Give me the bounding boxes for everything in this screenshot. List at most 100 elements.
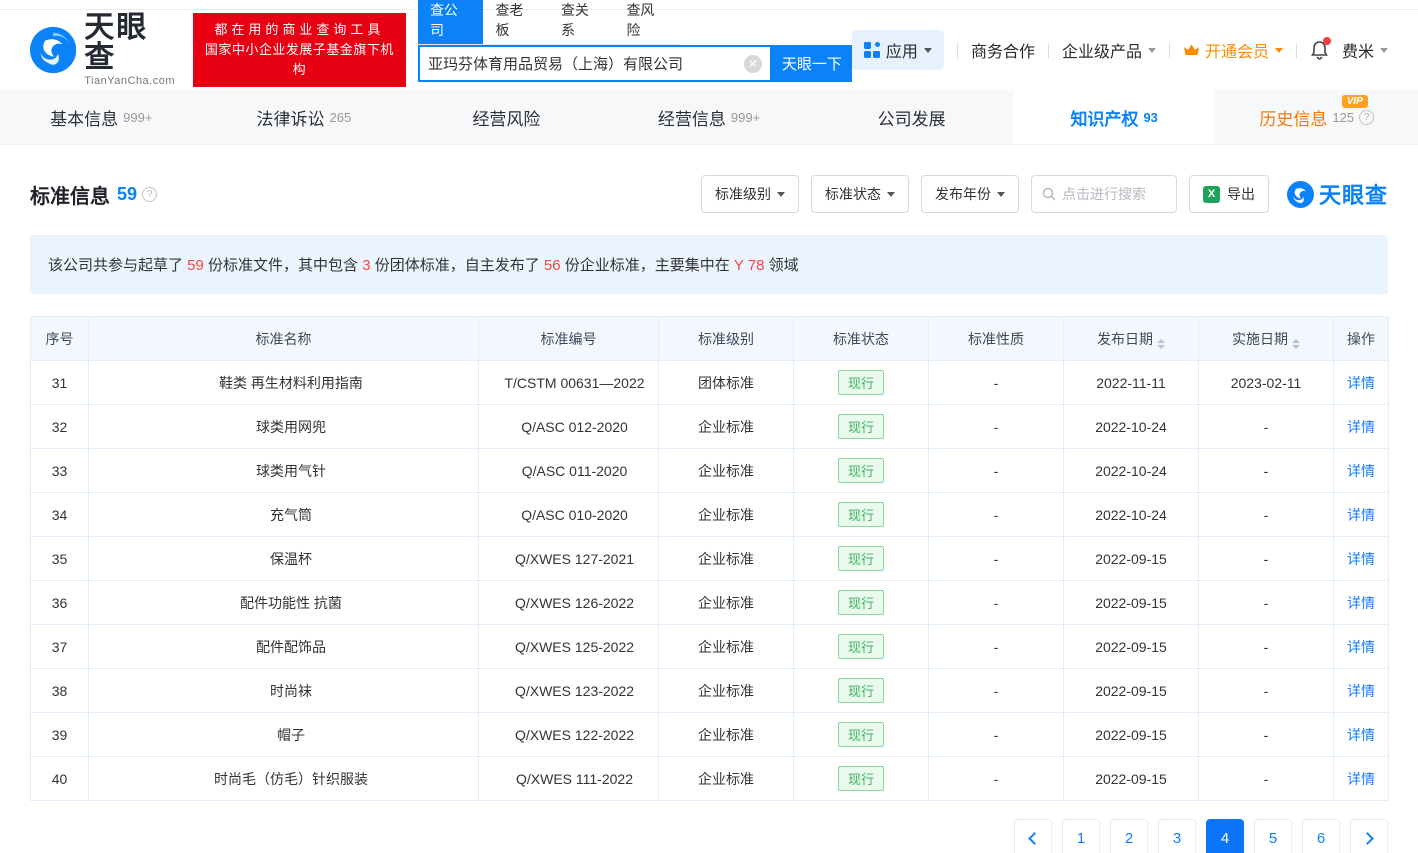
filters-group: 标准级别标准状态发布年份 xyxy=(701,175,1019,213)
clear-icon[interactable]: ✕ xyxy=(744,55,762,73)
prev-page-button[interactable] xyxy=(1014,819,1052,853)
sort-icon[interactable] xyxy=(1157,339,1165,349)
cell-standard-name: 时尚袜 xyxy=(89,669,479,713)
watermark-brand: 天眼查 xyxy=(1319,178,1388,210)
status-badge: 现行 xyxy=(838,502,884,527)
tab-知识产权[interactable]: 知识产权93 xyxy=(1013,90,1216,144)
tab-count: 93 xyxy=(1143,110,1157,125)
sort-up-icon xyxy=(1292,339,1300,343)
detail-link[interactable]: 详情 xyxy=(1347,551,1375,567)
search-tabs: 查公司查老板查关系查风险 xyxy=(418,18,680,45)
apps-menu[interactable]: 应用 xyxy=(852,30,944,70)
page-button-2[interactable]: 2 xyxy=(1110,819,1148,853)
filter-标准级别[interactable]: 标准级别 xyxy=(701,175,799,213)
column-header-标准性质: 标准性质 xyxy=(929,317,1064,361)
cell-standard-code: Q/XWES 127-2021 xyxy=(479,537,659,581)
cell-standard-nature: - xyxy=(929,493,1064,537)
cell-no: 33 xyxy=(31,449,89,493)
detail-link[interactable]: 详情 xyxy=(1347,595,1375,611)
watermark-logo: 天眼查 xyxy=(1287,178,1388,210)
search-tab-查风险[interactable]: 查风险 xyxy=(614,0,680,44)
tab-count: 265 xyxy=(330,110,352,125)
chevron-left-icon xyxy=(1028,832,1041,845)
cell-no: 39 xyxy=(31,713,89,757)
filter-发布年份[interactable]: 发布年份 xyxy=(921,175,1019,213)
chevron-down-icon xyxy=(1380,48,1388,53)
company-search-input[interactable] xyxy=(420,55,744,72)
detail-link[interactable]: 详情 xyxy=(1347,507,1375,523)
cell-no: 35 xyxy=(31,537,89,581)
summary-highlight: 56 xyxy=(544,257,561,274)
detail-link[interactable]: 详情 xyxy=(1347,463,1375,479)
tab-公司发展[interactable]: 公司发展 xyxy=(810,90,1013,144)
page-button-6[interactable]: 6 xyxy=(1302,819,1340,853)
tianyancha-logo[interactable]: 天眼查 TianYanCha.com xyxy=(30,13,177,87)
page-button-5[interactable]: 5 xyxy=(1254,819,1292,853)
tab-经营风险[interactable]: 经营风险 xyxy=(405,90,608,144)
notifications-bell[interactable] xyxy=(1310,40,1329,60)
tab-历史信息[interactable]: VIP历史信息125? xyxy=(1215,90,1418,144)
search-tab-查公司[interactable]: 查公司 xyxy=(418,0,484,44)
detail-link[interactable]: 详情 xyxy=(1347,419,1375,435)
detail-link[interactable]: 详情 xyxy=(1347,639,1375,655)
cell-standard-nature: - xyxy=(929,537,1064,581)
apps-label: 应用 xyxy=(886,38,918,62)
cell-publish-date: 2022-09-15 xyxy=(1064,757,1199,801)
cell-standard-name: 配件配饰品 xyxy=(89,625,479,669)
tab-法律诉讼[interactable]: 法律诉讼265 xyxy=(203,90,406,144)
detail-link[interactable]: 详情 xyxy=(1347,727,1375,743)
top-nav: 应用 商务合作 企业级产品 开通会员 费米 xyxy=(852,30,1388,70)
chevron-down-icon xyxy=(1148,48,1156,53)
cell-no: 31 xyxy=(31,361,89,405)
enterprise-products-menu[interactable]: 企业级产品 xyxy=(1062,38,1156,62)
search-tab-查关系[interactable]: 查关系 xyxy=(549,0,615,44)
table-row: 32球类用网兜Q/ASC 012-2020企业标准现行-2022-10-24-详… xyxy=(31,405,1389,449)
cell-publish-date: 2022-09-15 xyxy=(1064,713,1199,757)
open-vip-menu[interactable]: 开通会员 xyxy=(1183,38,1283,62)
detail-link[interactable]: 详情 xyxy=(1347,771,1375,787)
cell-implement-date: - xyxy=(1199,713,1334,757)
table-row: 35保温杯Q/XWES 127-2021企业标准现行-2022-09-15-详情 xyxy=(31,537,1389,581)
export-button[interactable]: X 导出 xyxy=(1189,175,1269,213)
help-icon[interactable]: ? xyxy=(1359,110,1374,125)
cell-standard-name: 配件功能性 抗菌 xyxy=(89,581,479,625)
chevron-right-icon xyxy=(1361,832,1374,845)
cell-publish-date: 2022-11-11 xyxy=(1064,361,1199,405)
tab-基本信息[interactable]: 基本信息999+ xyxy=(0,90,203,144)
page-button-4[interactable]: 4 xyxy=(1206,819,1244,853)
cell-standard-name: 球类用气针 xyxy=(89,449,479,493)
tab-label: 经营风险 xyxy=(472,105,540,130)
tab-经营信息[interactable]: 经营信息999+ xyxy=(608,90,811,144)
cell-standard-name: 鞋类 再生材料利用指南 xyxy=(89,361,479,405)
search-tab-查老板[interactable]: 查老板 xyxy=(483,0,549,44)
status-badge: 现行 xyxy=(838,546,884,571)
cell-standard-status: 现行 xyxy=(794,581,929,625)
nav-separator xyxy=(1169,43,1170,58)
filter-标准状态[interactable]: 标准状态 xyxy=(811,175,909,213)
user-menu[interactable]: 费米 xyxy=(1342,38,1388,62)
business-cooperation-link[interactable]: 商务合作 xyxy=(971,38,1035,62)
page-button-1[interactable]: 1 xyxy=(1062,819,1100,853)
cell-action: 详情 xyxy=(1334,713,1389,757)
page-button-3[interactable]: 3 xyxy=(1158,819,1196,853)
table-search-input[interactable]: 点击进行搜索 xyxy=(1031,175,1177,213)
cell-implement-date: - xyxy=(1199,581,1334,625)
column-header-序号: 序号 xyxy=(31,317,89,361)
tab-count: 125 xyxy=(1332,110,1354,125)
cell-action: 详情 xyxy=(1334,625,1389,669)
chevron-down-icon xyxy=(777,192,785,197)
table-row: 33球类用气针Q/ASC 011-2020企业标准现行-2022-10-24-详… xyxy=(31,449,1389,493)
next-page-button[interactable] xyxy=(1350,819,1388,853)
help-icon[interactable]: ? xyxy=(142,187,157,202)
summary-text: 份标准文件，其中包含 xyxy=(204,257,362,274)
detail-link[interactable]: 详情 xyxy=(1347,683,1375,699)
detail-link[interactable]: 详情 xyxy=(1347,375,1375,391)
cell-standard-status: 现行 xyxy=(794,361,929,405)
top-hairline xyxy=(0,0,1418,10)
sort-icon[interactable] xyxy=(1292,339,1300,349)
status-badge: 现行 xyxy=(838,766,884,791)
cell-implement-date: - xyxy=(1199,537,1334,581)
cell-standard-status: 现行 xyxy=(794,493,929,537)
search-button[interactable]: 天眼一下 xyxy=(772,45,852,82)
cell-standard-code: Q/XWES 123-2022 xyxy=(479,669,659,713)
